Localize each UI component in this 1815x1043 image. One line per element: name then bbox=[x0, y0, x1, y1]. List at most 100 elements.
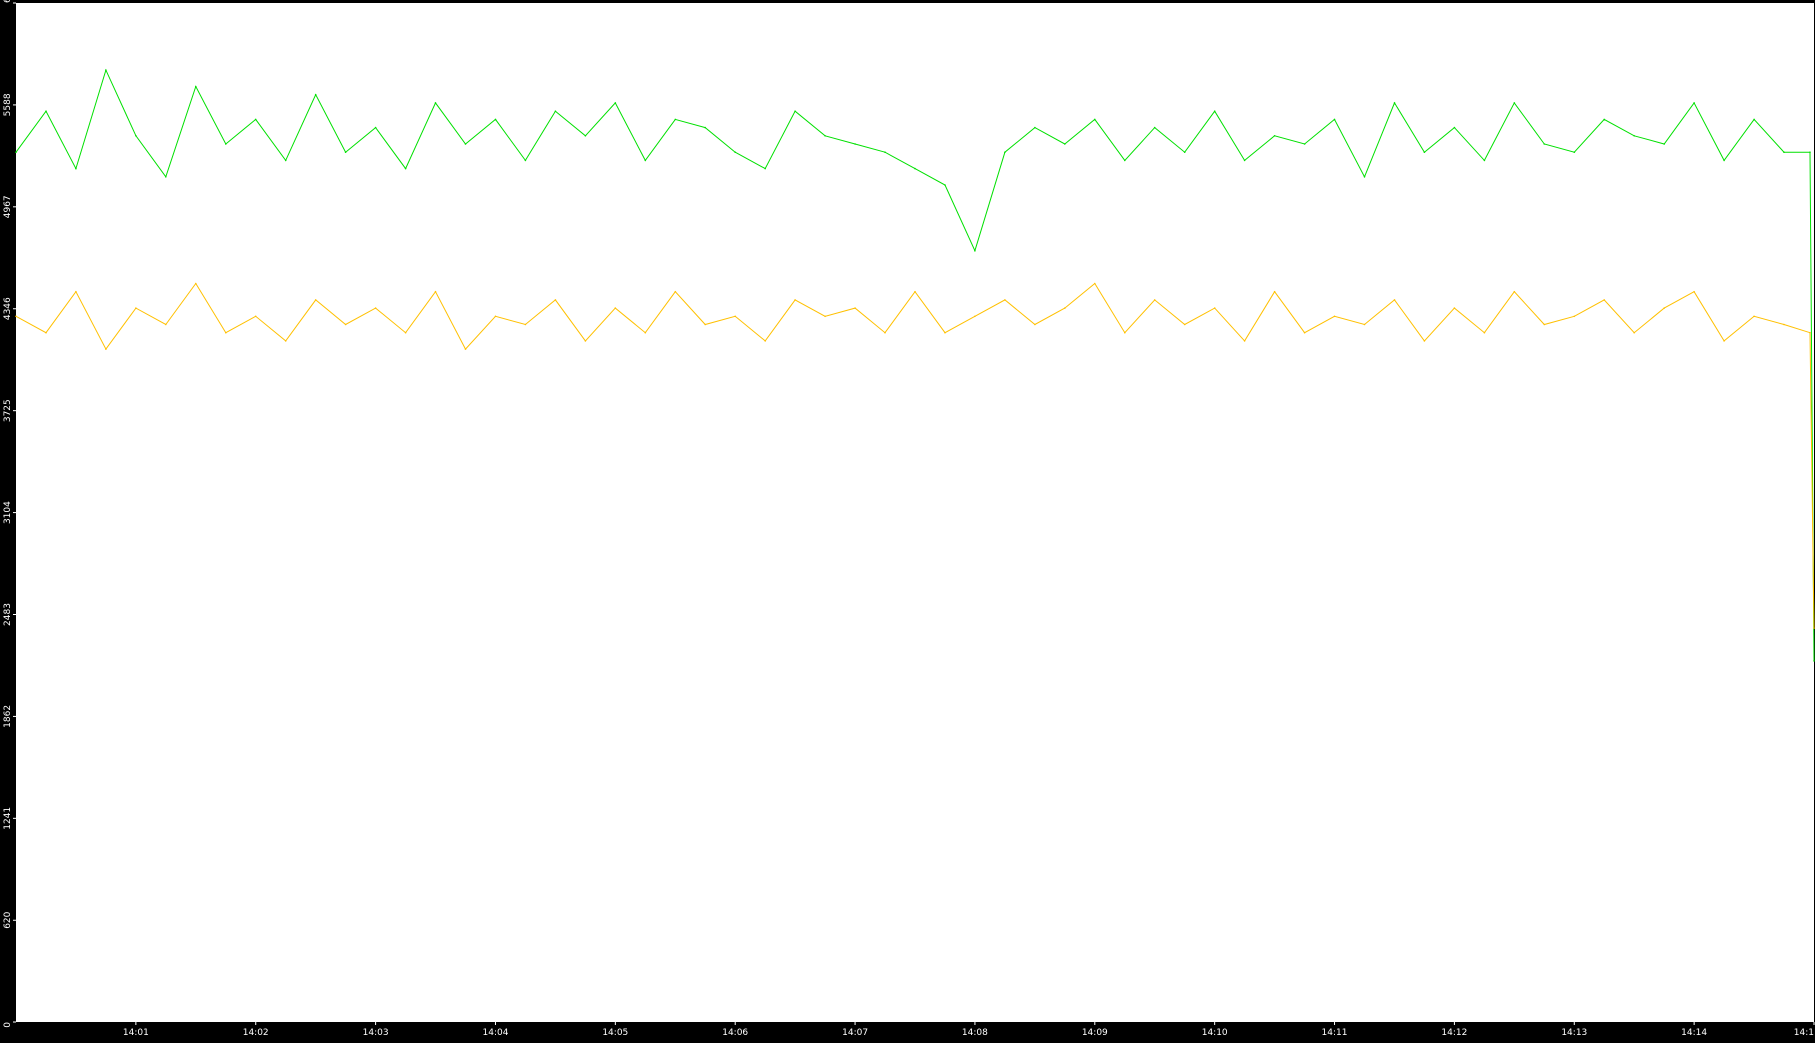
series-1-point bbox=[1333, 315, 1336, 318]
series-1-point bbox=[195, 282, 197, 285]
y-axis: 0 620 1241 1862 2483 3104 3725 4346 4967 5588 6209 bbox=[3, 0, 16, 1028]
x-tick-label: 14:07 bbox=[842, 1028, 868, 1038]
series-0-point bbox=[434, 102, 437, 104]
series-1-point bbox=[944, 331, 946, 334]
series-1-point bbox=[1753, 315, 1755, 318]
series-1-point bbox=[284, 340, 287, 342]
series-0-point bbox=[794, 110, 796, 112]
series-1-point bbox=[884, 331, 886, 334]
series-0-point bbox=[884, 151, 886, 153]
series-1-point bbox=[374, 307, 377, 309]
series-1-point bbox=[1663, 307, 1665, 309]
series-1-point bbox=[1124, 331, 1126, 334]
x-tick-label: 14:12 bbox=[1441, 1028, 1467, 1038]
series-1-point bbox=[974, 315, 976, 318]
series-1-point bbox=[1543, 323, 1546, 326]
series-0-point bbox=[1723, 159, 1725, 162]
series-1-point bbox=[584, 340, 587, 342]
x-tick-label: 14:02 bbox=[243, 1028, 269, 1038]
x-tick-label: 14:01 bbox=[123, 1028, 149, 1038]
series-0-point bbox=[195, 85, 197, 88]
series-0-point bbox=[105, 69, 107, 71]
series-1-point bbox=[434, 290, 437, 293]
series-0-point bbox=[344, 151, 347, 153]
y-tick-label: 4967 bbox=[3, 195, 13, 218]
series-1-point bbox=[314, 299, 317, 301]
series-0-point bbox=[374, 126, 377, 129]
series-1-point bbox=[1809, 331, 1811, 334]
y-tick-label: 3725 bbox=[3, 399, 13, 422]
series-1-point bbox=[1094, 282, 1096, 285]
series-0-point bbox=[1153, 126, 1156, 129]
series-0-point bbox=[1783, 151, 1785, 153]
series-0-point bbox=[1453, 126, 1456, 129]
series-0-point bbox=[1273, 135, 1276, 137]
series-0-point bbox=[1753, 118, 1755, 121]
series-1-point bbox=[794, 299, 796, 301]
series-0-point bbox=[464, 143, 467, 145]
series-1-point bbox=[1064, 307, 1066, 309]
x-tick-label: 14:11 bbox=[1322, 1028, 1348, 1038]
series-0-point bbox=[1183, 151, 1186, 153]
series-0-point bbox=[1573, 151, 1576, 153]
series-0-point bbox=[914, 167, 916, 170]
series-1-point bbox=[1243, 340, 1246, 342]
series-1-point bbox=[1363, 323, 1366, 326]
y-tick-label: 5588 bbox=[3, 93, 13, 116]
series-0-point bbox=[404, 167, 407, 170]
series-0-point bbox=[1303, 143, 1306, 145]
series-1-point bbox=[1723, 340, 1725, 342]
series-1-point bbox=[674, 290, 677, 293]
series-0-point bbox=[554, 110, 557, 112]
line-chart: 0 620 1241 1862 2483 3104 3725 4346 4967 5588 6209… bbox=[0, 0, 1815, 1039]
series-1-point bbox=[45, 331, 47, 334]
series-1-point bbox=[1453, 307, 1456, 309]
series-0-point bbox=[1094, 118, 1096, 121]
series-0-point bbox=[1423, 151, 1426, 153]
series-0-point bbox=[1124, 159, 1126, 162]
series-1-point bbox=[524, 323, 527, 326]
series-1-point bbox=[494, 315, 497, 318]
y-tick-label: 1241 bbox=[3, 807, 13, 830]
x-tick-label: 14:13 bbox=[1561, 1028, 1587, 1038]
series-1-point bbox=[1153, 299, 1156, 301]
series-1-point bbox=[1693, 290, 1695, 293]
series-0-point bbox=[165, 176, 167, 178]
series-0-point bbox=[284, 159, 287, 162]
series-0-point bbox=[974, 249, 976, 252]
y-tick-label: 1862 bbox=[3, 705, 13, 728]
series-1-point bbox=[404, 331, 407, 334]
x-tick-label: 14:06 bbox=[722, 1028, 748, 1038]
series-0-point bbox=[1363, 176, 1366, 178]
series-0-point bbox=[1693, 102, 1695, 104]
series-1-point bbox=[644, 331, 647, 334]
series-0-point bbox=[674, 118, 677, 121]
series-1-point bbox=[1273, 290, 1276, 293]
x-tick-label: 14:09 bbox=[1082, 1028, 1108, 1038]
series-1-point bbox=[1393, 299, 1396, 301]
y-tick-label: 620 bbox=[3, 911, 13, 928]
series-1-point bbox=[15, 315, 17, 318]
series-1-point bbox=[554, 299, 557, 301]
chart-svg: 0 620 1241 1862 2483 3104 3725 4346 4967 5588 6209… bbox=[3, 0, 1815, 1038]
series-1-point bbox=[1603, 299, 1605, 301]
y-tick-label: 3104 bbox=[3, 501, 13, 524]
series-0-point bbox=[494, 118, 497, 121]
series-0-point bbox=[1243, 159, 1246, 162]
y-tick-label: 4346 bbox=[3, 297, 13, 320]
series-0-point bbox=[1393, 102, 1396, 104]
x-axis: 14:01 14:02 14:03 14:04 14:05 14:06 14:07 14:08… bbox=[123, 1022, 1815, 1038]
series-1-point bbox=[464, 348, 467, 350]
plot-area bbox=[16, 3, 1814, 1022]
series-1-point bbox=[824, 315, 826, 318]
series-1-point bbox=[105, 348, 107, 350]
series-0-point bbox=[1513, 102, 1516, 104]
series-0-point bbox=[135, 135, 137, 137]
series-1-point bbox=[1303, 331, 1306, 334]
x-tick-label: 14:10 bbox=[1202, 1028, 1228, 1038]
y-tick-label: 6209 bbox=[3, 0, 13, 3]
series-0-point bbox=[644, 159, 647, 162]
series-0-point bbox=[1064, 143, 1066, 145]
series-1-point bbox=[225, 331, 227, 334]
series-1-point bbox=[854, 307, 856, 309]
